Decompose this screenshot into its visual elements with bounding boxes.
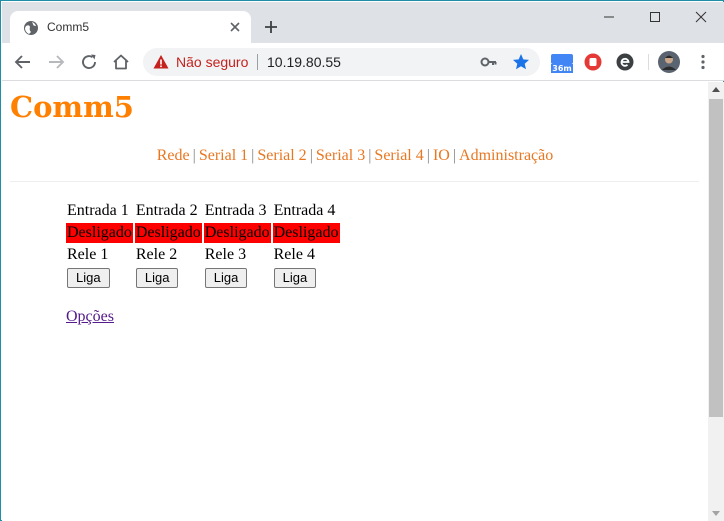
close-icon [695,11,707,23]
io-table: Entrada 1 Entrada 2 Entrada 3 Entrada 4 … [64,199,342,291]
nav-separator: | [452,147,457,164]
relay-button-row: Liga Liga Liga Liga [66,267,340,289]
key-icon[interactable] [480,54,498,70]
page-viewport: Comm5 Rede | Serial 1 | Serial 2 | Serial 3 | Se… [2,82,708,521]
relay-cell: Liga [66,267,133,289]
extension-red-button[interactable] [584,53,606,75]
more-vert-icon [701,54,705,70]
title-bar: Comm5 [2,2,724,44]
input-state-badge: Desligado [272,223,340,243]
input-label-row: Entrada 1 Entrada 2 Entrada 3 Entrada 4 [66,201,340,221]
input-label: Entrada 2 [135,202,198,219]
nav-separator: | [426,147,430,164]
forward-button[interactable] [44,50,68,74]
input-label: Entrada 3 [204,202,267,219]
scroll-up-arrow-icon[interactable] [712,87,720,92]
extension-badge: 36m [552,64,572,73]
input-state-badge: Desligado [66,223,133,243]
nav-rede[interactable]: Rede [157,147,190,164]
bookmark-star-icon[interactable] [512,53,530,71]
reload-button[interactable] [77,50,101,74]
relay-label: Rele 3 [204,246,247,263]
back-arrow-icon [14,55,30,69]
new-tab-icon[interactable] [262,18,280,36]
address-bar[interactable]: Não seguro 10.19.80.55 [143,48,540,76]
relay-label: Rele 1 [67,246,109,263]
scroll-down-arrow-icon[interactable] [712,511,720,516]
toolbar-divider [648,54,649,70]
site-title: Comm5 [10,90,134,124]
reload-icon [82,54,96,69]
relay-1-liga-button[interactable]: Liga [67,268,110,288]
browser-tab[interactable]: Comm5 [10,11,251,44]
relay-label-row: Rele 1 Rele 2 Rele 3 Rele 4 [66,245,340,265]
relay-cell: Liga [135,267,202,289]
minimize-button[interactable] [586,2,632,32]
tab-title: Comm5 [47,20,90,34]
nav-separator: | [192,147,196,164]
browser-window: Comm5 Não seguro 10.19.80.55 36m Comm5 R… [0,0,724,521]
nav-serial-2[interactable]: Serial 2 [257,147,306,164]
input-label: Entrada 4 [273,202,336,219]
menu-button[interactable] [694,53,716,75]
input-state-badge: Desligado [203,223,271,243]
nav-io[interactable]: IO [433,147,450,164]
relay-label: Rele 2 [135,246,178,263]
back-button[interactable] [11,50,35,74]
stop-extension-icon [584,53,602,71]
forward-arrow-icon [49,55,65,69]
nav-separator: | [251,147,255,164]
minimize-icon [604,16,614,18]
warning-icon[interactable] [153,54,169,70]
window-close-button[interactable] [678,2,724,32]
extension-e-button[interactable] [616,53,638,75]
relay-label: Rele 4 [273,246,315,263]
maximize-icon [650,12,660,22]
relay-cell: Liga [204,267,271,289]
input-label: Entrada 1 [67,202,129,219]
nav-serial-1[interactable]: Serial 1 [199,147,248,164]
relay-4-liga-button[interactable]: Liga [273,268,317,288]
globe-icon [24,21,38,35]
nav-separator: | [309,147,313,164]
profile-button[interactable] [658,51,680,73]
home-button[interactable] [109,50,133,74]
options-link[interactable]: Opções [66,308,114,326]
input-state-row: Desligado Desligado Desligado Desligado [66,223,340,243]
relay-2-liga-button[interactable]: Liga [135,268,179,288]
omnibox-divider [257,54,258,70]
extension-calendar-button[interactable]: 36m [550,52,573,74]
scrollbar-thumb[interactable] [709,99,723,417]
security-status[interactable]: Não seguro [176,54,248,70]
avatar [658,51,680,73]
nav-administracao[interactable]: Administração [459,147,553,164]
close-tab-icon[interactable] [227,19,243,35]
input-state-badge: Desligado [134,223,202,243]
nav-serial-3[interactable]: Serial 3 [316,147,365,164]
browser-toolbar: Não seguro 10.19.80.55 36m [2,43,724,81]
horizontal-divider [10,181,699,182]
relay-3-liga-button[interactable]: Liga [204,268,248,288]
relay-cell: Liga [273,267,340,289]
e-extension-icon [616,53,634,71]
url-text[interactable]: 10.19.80.55 [267,54,341,70]
vertical-scrollbar[interactable] [708,82,724,521]
top-navigation: Rede | Serial 1 | Serial 2 | Serial 3 | Serial 4… [2,147,708,165]
nav-serial-4[interactable]: Serial 4 [374,147,423,164]
home-icon [113,54,129,70]
maximize-button[interactable] [632,2,678,32]
